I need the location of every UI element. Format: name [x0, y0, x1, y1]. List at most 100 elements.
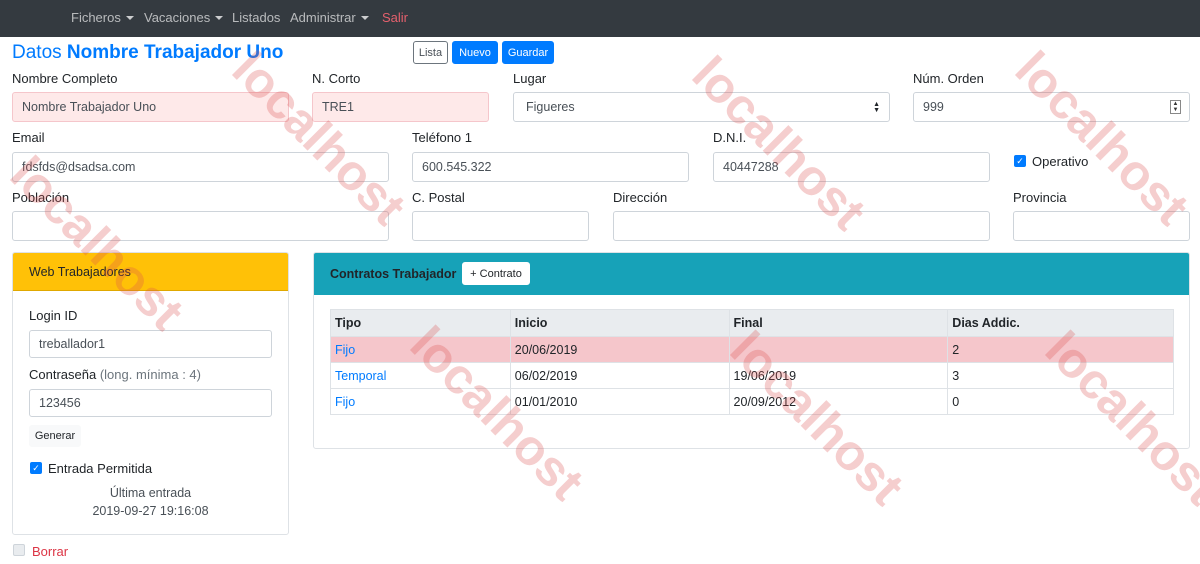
nuevo-button[interactable]: Nuevo: [452, 41, 498, 64]
login-input[interactable]: treballador1: [29, 330, 272, 358]
orden-input[interactable]: 999 ▲ ▼: [913, 92, 1190, 122]
table-cell: Fijo: [330, 336, 511, 363]
lista-button[interactable]: Lista: [413, 41, 448, 64]
nav-vacaciones-label: Vacaciones: [144, 10, 211, 25]
poblacion-input[interactable]: [12, 211, 389, 241]
pass-input[interactable]: 123456: [29, 389, 272, 417]
table-cell: 0: [947, 388, 1174, 415]
contratos-header: Contratos Trabajador + Contrato: [314, 253, 1189, 295]
check-icon: ✓: [1016, 155, 1024, 166]
dni-input[interactable]: 40447288: [713, 152, 990, 182]
cpostal-label: C. Postal: [412, 190, 465, 205]
page-title: Datos Nombre Trabajador Uno: [12, 42, 283, 64]
add-contrato-button[interactable]: + Contrato: [462, 262, 530, 285]
provincia-input[interactable]: [1013, 211, 1190, 241]
table-cell: 20/06/2019: [509, 336, 730, 363]
dni-value: 40447288: [723, 160, 779, 174]
check-icon: ✓: [32, 462, 40, 473]
nav-salir-link[interactable]: Salir: [382, 10, 408, 25]
orden-value: 999: [923, 100, 944, 114]
entrada-label: Entrada Permitida: [48, 461, 153, 476]
telefono-value: 600.545.322: [422, 160, 492, 174]
contrato-tipo-link[interactable]: Temporal: [335, 369, 386, 383]
operativo-label: Operativo: [1032, 154, 1089, 169]
column-header-dias: Dias Addic.: [947, 309, 1174, 337]
nav-listados-link[interactable]: Listados: [232, 10, 280, 25]
ultima-entrada-value: 2019-09-27 19:16:08: [92, 504, 209, 518]
borrar-checkbox[interactable]: [13, 544, 25, 556]
direccion-label: Dirección: [613, 190, 668, 205]
table-cell: Fijo: [330, 388, 511, 415]
nombre-label: Nombre Completo: [12, 71, 118, 86]
email-label: Email: [12, 130, 45, 145]
lugar-label: Lugar: [513, 71, 547, 86]
entrada-checkbox[interactable]: ✓: [30, 462, 42, 474]
worker-name-title: Nombre Trabajador Uno: [66, 42, 284, 63]
web-trabajadores-header: Web Trabajadores: [13, 253, 288, 291]
pass-label: Contraseña: [29, 367, 97, 382]
nav-administrar-label: Administrar: [290, 10, 356, 25]
table-row: Fijo 01/01/2010 20/09/2012 0: [330, 388, 1174, 415]
poblacion-label: Población: [12, 190, 70, 205]
nav-ficheros-menu[interactable]: Ficheros: [71, 10, 134, 25]
column-header-inicio: Inicio: [509, 309, 730, 337]
table-cell: 20/09/2012: [728, 388, 949, 415]
table-cell: 06/02/2019: [509, 362, 730, 389]
page-title-prefix: Datos: [12, 42, 62, 63]
nombre-input[interactable]: Nombre Trabajador Uno: [12, 92, 289, 122]
table-row: Fijo 20/06/2019 2: [330, 336, 1174, 363]
nav-listados-label: Listados: [232, 10, 281, 25]
chevron-down-icon: [360, 16, 369, 20]
top-navbar: Ficheros Vacaciones Listados Administrar…: [0, 0, 1200, 37]
dni-label: D.N.I.: [713, 130, 747, 145]
telefono-label: Teléfono 1: [412, 130, 472, 145]
web-trabajadores-card: Web Trabajadores Login ID treballador1 C…: [12, 252, 289, 535]
pass-label-row: Contraseña (long. mínima : 4): [29, 367, 201, 382]
table-cell: 3: [947, 362, 1174, 389]
column-header-final: Final: [728, 309, 949, 337]
nombre-value: Nombre Trabajador Uno: [22, 100, 157, 114]
lugar-select[interactable]: Figueres ▲ ▼: [513, 92, 890, 122]
borrar-label: Borrar: [32, 544, 69, 559]
telefono-input[interactable]: 600.545.322: [412, 152, 689, 182]
contrato-tipo-link[interactable]: Fijo: [335, 395, 355, 409]
table-header-row: Tipo Inicio Final Dias Addic.: [330, 309, 1174, 337]
nav-vacaciones-menu[interactable]: Vacaciones: [144, 10, 224, 25]
nav-administrar-menu[interactable]: Administrar: [290, 10, 369, 25]
table-cell: Temporal: [330, 362, 511, 389]
lugar-value: Figueres: [526, 100, 575, 114]
ultima-entrada-label: Última entrada: [109, 486, 192, 500]
contratos-table: Tipo Inicio Final Dias Addic. Fijo 20/06…: [330, 309, 1174, 415]
cpostal-input[interactable]: [412, 211, 589, 241]
email-value: fdsfds@dsadsa.com: [22, 160, 136, 174]
contrato-tipo-link[interactable]: Fijo: [335, 343, 355, 357]
web-trabajadores-title: Web Trabajadores: [29, 265, 131, 279]
guardar-button[interactable]: Guardar: [502, 41, 554, 64]
chevron-down-icon: [215, 16, 224, 20]
login-value: treballador1: [39, 337, 106, 351]
ncorto-input[interactable]: TRE1: [312, 92, 489, 122]
ncorto-value: TRE1: [322, 100, 354, 114]
login-label: Login ID: [29, 308, 78, 323]
watermark-text: localhost: [221, 40, 417, 236]
pass-value: 123456: [39, 396, 81, 410]
nav-ficheros-label: Ficheros: [71, 10, 121, 25]
table-cell: 2: [947, 336, 1174, 363]
contratos-card: Contratos Trabajador + Contrato Tipo Ini…: [313, 252, 1190, 449]
watermark-text: localhost: [1004, 40, 1200, 236]
orden-label: Núm. Orden: [913, 71, 984, 86]
contratos-title: Contratos Trabajador: [330, 267, 457, 281]
ncorto-label: N. Corto: [312, 71, 361, 86]
table-cell: 19/06/2019: [728, 362, 949, 389]
table-row: Temporal 06/02/2019 19/06/2019 3: [330, 362, 1174, 389]
table-cell: [728, 336, 949, 363]
operativo-checkbox[interactable]: ✓: [1014, 155, 1026, 167]
column-header-tipo: Tipo: [330, 309, 511, 337]
provincia-label: Provincia: [1013, 190, 1067, 205]
generar-button[interactable]: Generar: [29, 425, 81, 447]
pass-hint: (long. mínima : 4): [99, 367, 201, 382]
select-arrows-icon: ▲ ▼: [873, 101, 880, 114]
spinner-icon[interactable]: ▲ ▼: [1170, 100, 1181, 114]
email-input[interactable]: fdsfds@dsadsa.com: [12, 152, 389, 182]
direccion-input[interactable]: [613, 211, 990, 241]
